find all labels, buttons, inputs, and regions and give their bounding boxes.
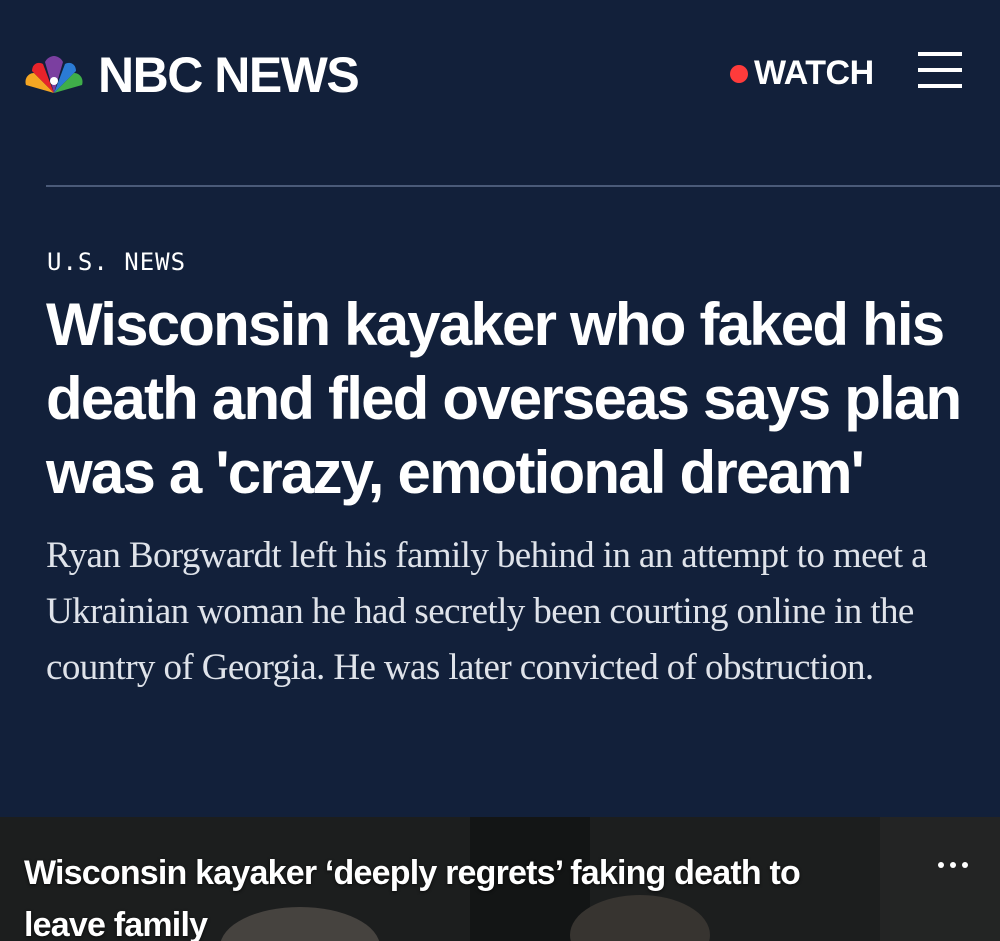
watch-live-button[interactable]: WATCH — [730, 54, 874, 93]
header-divider — [46, 185, 1000, 187]
dot — [962, 862, 968, 868]
video-player[interactable]: Wisconsin kayaker ‘deeply regrets’ fakin… — [0, 817, 1000, 941]
hamburger-menu-icon[interactable] — [918, 50, 962, 90]
menu-line — [918, 52, 962, 56]
watch-label: WATCH — [754, 54, 874, 92]
article-headline: Wisconsin kayaker who faked his death an… — [46, 291, 962, 506]
nbc-news-logo[interactable]: NBC NEWS — [22, 47, 360, 103]
site-header: NBC NEWS WATCH — [0, 0, 1000, 140]
section-label[interactable]: U.S. NEWS — [47, 248, 186, 276]
menu-line — [918, 68, 962, 72]
video-title[interactable]: Wisconsin kayaker ‘deeply regrets’ fakin… — [24, 847, 884, 941]
dot — [938, 862, 944, 868]
dot — [950, 862, 956, 868]
live-dot-icon — [730, 64, 748, 83]
nbc-peacock-icon — [25, 56, 83, 93]
menu-line — [918, 84, 962, 88]
article-dek: Ryan Borgwardt left his family behind in… — [46, 535, 927, 688]
brand-wordmark: NBC NEWS — [98, 47, 360, 103]
more-options-icon[interactable] — [936, 857, 972, 873]
